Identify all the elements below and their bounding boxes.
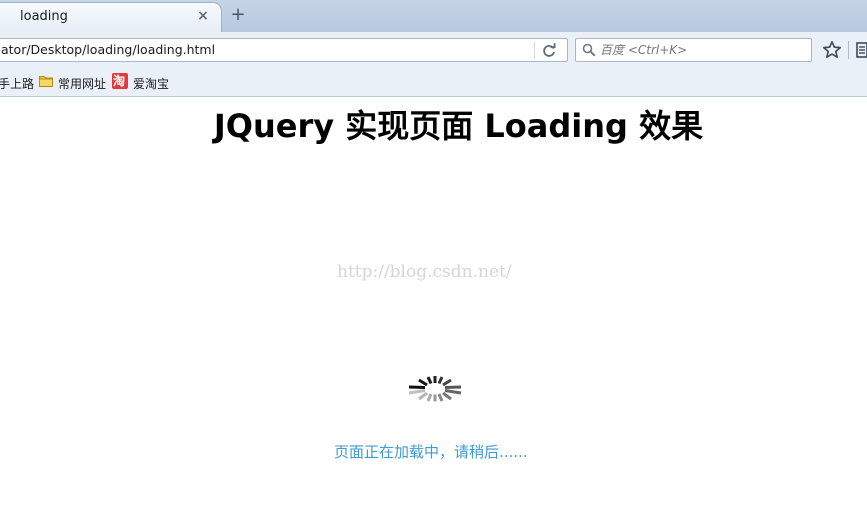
taobao-icon-glyph: 淘 — [113, 74, 126, 88]
tab-title: loading — [20, 9, 68, 24]
bookmarks-menu-icon[interactable] — [855, 41, 867, 59]
search-bar[interactable] — [575, 38, 812, 62]
bookmarks-toolbar: 手上路 常用网址 淘 爱淘宝 — [0, 68, 867, 97]
url-divider — [534, 42, 535, 58]
bookmark-item-common-sites[interactable]: 常用网址 — [58, 75, 106, 92]
watermark-text: http://blog.csdn.net/ — [337, 262, 512, 282]
page-content: JQuery 实现页面 Loading 效果 http://blog.csdn.… — [0, 97, 867, 522]
bookmark-item-getting-started[interactable]: 手上路 — [0, 75, 34, 92]
bookmark-star-icon[interactable] — [822, 40, 842, 60]
new-tab-button[interactable]: + — [229, 5, 247, 25]
tab-loading[interactable]: loading × — [0, 2, 222, 32]
navigation-toolbar: ator/Desktop/loading/loading.html — [0, 32, 867, 68]
url-text[interactable]: ator/Desktop/loading/loading.html — [1, 42, 215, 57]
taobao-icon: 淘 — [112, 73, 128, 89]
tab-strip: loading × + — [0, 0, 867, 32]
browser-chrome: loading × + ator/Desktop/loading/loading… — [0, 0, 867, 97]
reload-icon[interactable] — [540, 42, 558, 60]
search-icon — [582, 43, 596, 57]
search-input[interactable] — [600, 41, 805, 59]
loading-spinner-icon — [408, 376, 462, 402]
toolbar-separator — [848, 41, 849, 59]
page-title: JQuery 实现页面 Loading 效果 — [213, 107, 704, 145]
close-icon[interactable]: × — [196, 9, 210, 23]
bookmark-item-ai-taobao[interactable]: 爱淘宝 — [133, 75, 169, 92]
address-bar[interactable]: ator/Desktop/loading/loading.html — [0, 38, 568, 62]
folder-icon — [39, 76, 53, 87]
loading-message: 页面正在加载中，请稍后...... — [334, 443, 528, 461]
